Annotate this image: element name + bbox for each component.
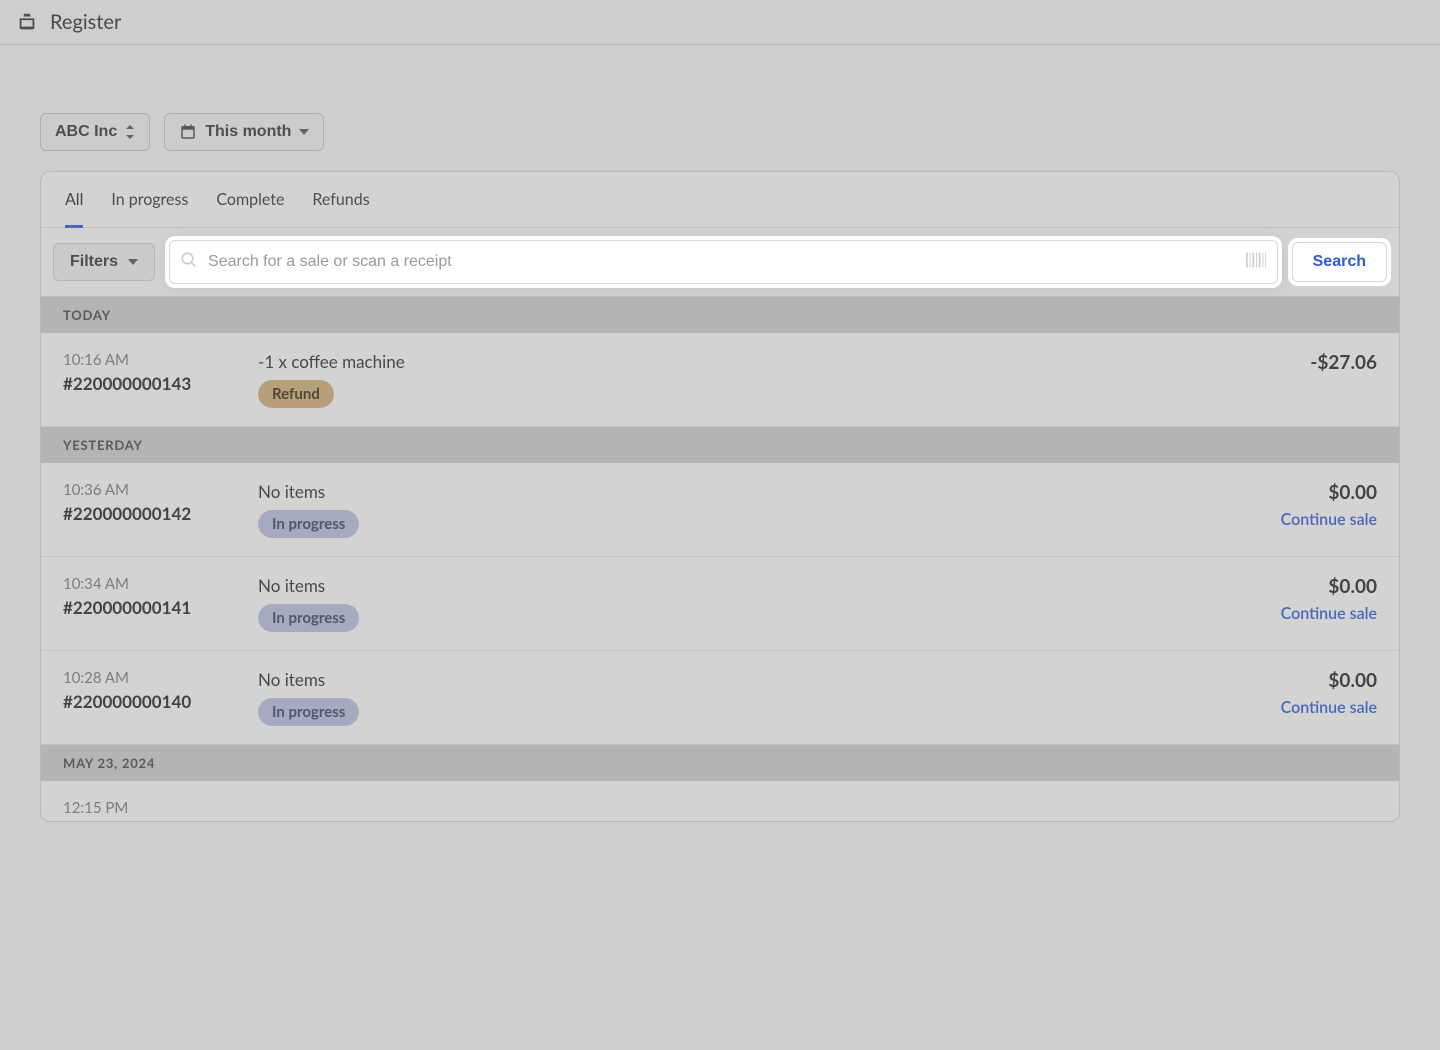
search-input[interactable]	[198, 253, 1245, 271]
status-badge-inprogress: In progress	[258, 698, 359, 726]
continue-sale-link[interactable]: Continue sale	[1281, 510, 1377, 529]
sale-amount: $0.00	[1177, 575, 1377, 598]
caret-down-icon	[299, 129, 309, 135]
toolbar: ABC Inc This month	[0, 45, 1440, 171]
group-header: YESTERDAY	[41, 427, 1399, 463]
period-label: This month	[205, 123, 291, 141]
continue-sale-link[interactable]: Continue sale	[1281, 698, 1377, 717]
barcode-icon[interactable]	[1245, 251, 1267, 273]
sale-order-number: #220000000140	[63, 691, 238, 712]
filters-button[interactable]: Filters	[53, 243, 155, 281]
sale-time: 10:16 AM	[63, 351, 238, 369]
sale-items: -1 x coffee machine	[258, 351, 1157, 372]
company-selector[interactable]: ABC Inc	[40, 113, 150, 151]
status-badge-refund: Refund	[258, 380, 334, 408]
sale-order-number: #220000000141	[63, 597, 238, 618]
sale-time: 10:28 AM	[63, 669, 238, 687]
sale-row[interactable]: 10:34 AM #220000000141 No items In progr…	[41, 557, 1399, 651]
sale-time: 10:34 AM	[63, 575, 238, 593]
group-header: MAY 23, 2024	[41, 745, 1399, 781]
sale-items: No items	[258, 669, 1157, 690]
tabs: All In progress Complete Refunds	[41, 172, 1399, 228]
sale-row[interactable]: 12:15 PM	[41, 781, 1399, 821]
continue-sale-link[interactable]: Continue sale	[1281, 604, 1377, 623]
date-range-selector[interactable]: This month	[164, 113, 324, 151]
sale-row[interactable]: 10:36 AM #220000000142 No items In progr…	[41, 463, 1399, 557]
tab-in-progress[interactable]: In progress	[111, 190, 188, 228]
sale-items: No items	[258, 481, 1157, 502]
search-icon	[180, 251, 198, 273]
filters-label: Filters	[70, 253, 118, 271]
sale-items: No items	[258, 575, 1157, 596]
sale-row[interactable]: 10:28 AM #220000000140 No items In progr…	[41, 651, 1399, 745]
caret-down-icon	[128, 259, 138, 265]
group-header: TODAY	[41, 297, 1399, 333]
status-badge-inprogress: In progress	[258, 510, 359, 538]
sale-time: 12:15 PM	[63, 799, 238, 817]
sale-amount: $0.00	[1177, 481, 1377, 504]
search-field-wrap	[169, 240, 1278, 284]
sale-amount: -$27.06	[1177, 351, 1377, 374]
search-row: Filters Search	[41, 228, 1399, 297]
company-label: ABC Inc	[55, 123, 117, 141]
status-badge-inprogress: In progress	[258, 604, 359, 632]
register-icon	[16, 11, 38, 33]
sale-row[interactable]: 10:16 AM #220000000143 -1 x coffee machi…	[41, 333, 1399, 427]
tab-complete[interactable]: Complete	[216, 190, 284, 228]
sale-amount: $0.00	[1177, 669, 1377, 692]
calendar-icon	[179, 123, 197, 141]
app-header: Register	[0, 0, 1440, 45]
tab-refunds[interactable]: Refunds	[312, 190, 369, 228]
sales-panel: All In progress Complete Refunds Filters…	[40, 171, 1400, 822]
tab-all[interactable]: All	[65, 190, 83, 228]
sale-time: 10:36 AM	[63, 481, 238, 499]
sale-order-number: #220000000143	[63, 373, 238, 394]
search-button[interactable]: Search	[1292, 242, 1387, 282]
sort-caret-icon	[125, 125, 135, 139]
sale-order-number: #220000000142	[63, 503, 238, 524]
page-title: Register	[50, 10, 121, 34]
